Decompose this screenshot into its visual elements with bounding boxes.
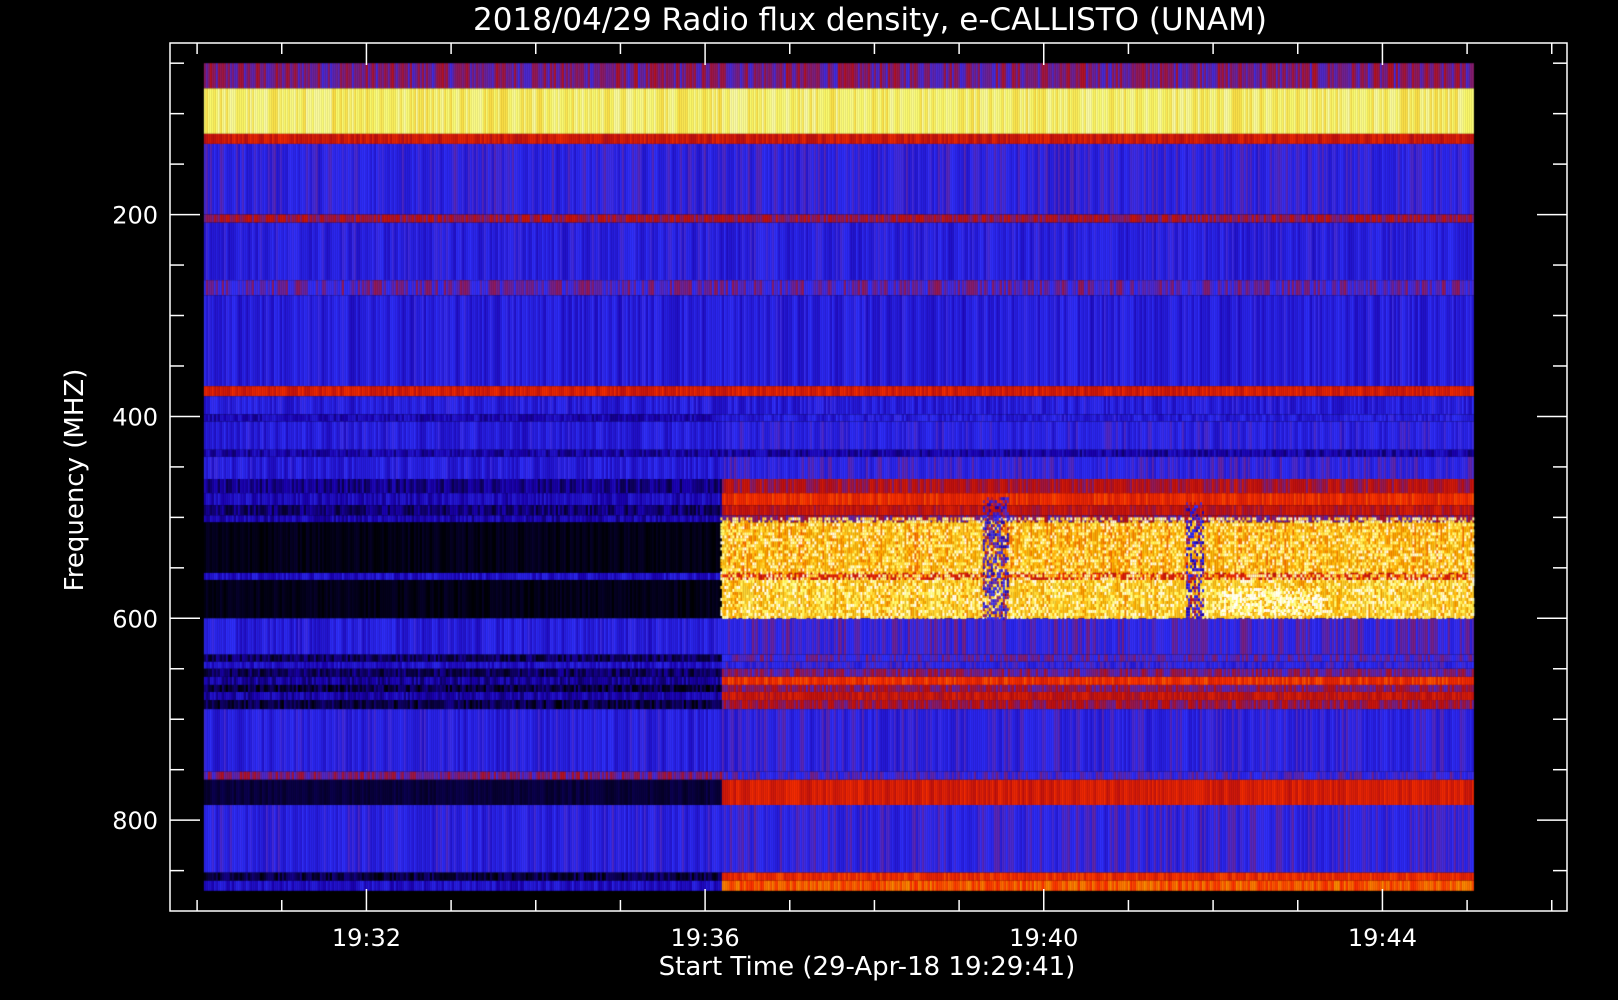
spectrogram-heatmap (170, 43, 1567, 911)
x-tick-label: 19:32 (332, 924, 401, 952)
spectrogram-chart: 2018/04/29 Radio flux density, e-CALLIST… (0, 0, 1618, 1000)
y-tick-label: 200 (112, 202, 158, 230)
x-tick-label: 19:40 (1009, 924, 1078, 952)
x-tick-label: 19:36 (671, 924, 740, 952)
y-tick-label: 800 (112, 807, 158, 835)
y-axis-label: Frequency (MHZ) (60, 369, 90, 592)
spectrogram-image (170, 43, 1567, 911)
x-axis-label: Start Time (29-Apr-18 19:29:41) (659, 952, 1076, 982)
chart-title: 2018/04/29 Radio flux density, e-CALLIST… (473, 2, 1267, 38)
y-tick-label: 600 (112, 605, 158, 633)
y-tick-label: 400 (112, 403, 158, 431)
x-tick-label: 19:44 (1348, 924, 1417, 952)
